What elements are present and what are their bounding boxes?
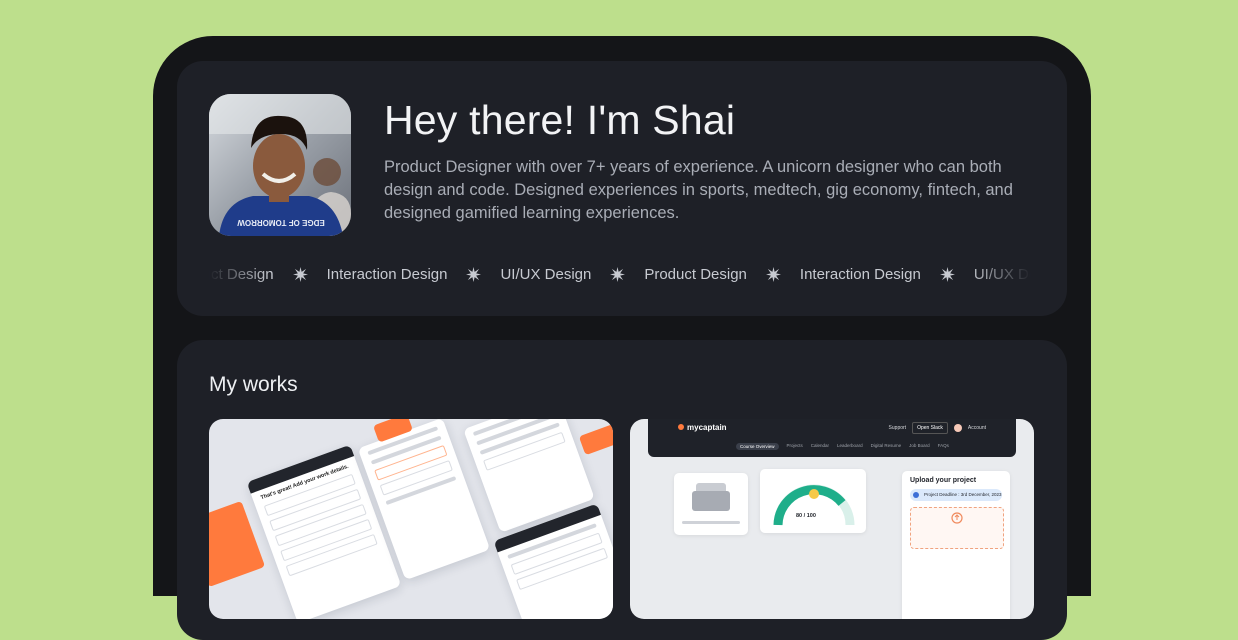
skill-label: Product Design (644, 265, 747, 283)
intro-card: EDGE OF TOMORROW Hey there! I'm Shai Pro… (177, 61, 1067, 316)
upload-icon (951, 512, 963, 524)
dashboard-tab: FAQs (937, 443, 949, 448)
dashboard-tab: Projects (786, 443, 803, 448)
device-frame: EDGE OF TOMORROW Hey there! I'm Shai Pro… (153, 36, 1091, 640)
skill-label: Interaction Design (799, 265, 921, 283)
dashboard-logo: mycaptain (678, 423, 727, 432)
dashboard-nav: mycaptain Support Open Slack Account Cou… (648, 419, 1016, 457)
skills-marquee: Product Design Interaction Design UI/UX … (209, 259, 1031, 289)
sparkle-icon (939, 266, 955, 282)
score-gauge (773, 484, 855, 526)
dashboard-tab: Leaderboard (837, 443, 863, 448)
upload-title: Upload your project (910, 477, 977, 484)
sparkle-icon (466, 266, 482, 282)
support-link: Support (888, 425, 907, 431)
dashboard-tab: Digital Resume (870, 443, 902, 448)
score-value: 80 / 100 (796, 513, 816, 519)
account-avatar (953, 424, 962, 432)
works-section: My works That's great! Add your work det… (177, 340, 1067, 640)
folder-icon (682, 483, 740, 524)
sparkle-icon (292, 266, 308, 282)
page-title: Hey there! I'm Shai (384, 97, 736, 143)
dashboard-nav-right: Support Open Slack Account (889, 422, 986, 434)
bio-text: Product Designer with over 7+ years of e… (384, 158, 1013, 222)
work-card-dashboard[interactable]: mycaptain Support Open Slack Account Cou… (630, 419, 1034, 619)
info-icon (913, 492, 919, 498)
brand-icon (678, 424, 684, 430)
works-title: My works (209, 373, 298, 396)
upload-panel: Upload your project Project Deadline : 3… (902, 471, 1010, 619)
dashboard-tab: Course Overview (736, 443, 779, 450)
skills-track: Product Design Interaction Design UI/UX … (209, 259, 1031, 289)
open-slack-button: Open Slack (912, 422, 948, 434)
folder-panel (674, 473, 748, 535)
score-panel: 80 / 100 (760, 469, 866, 533)
sparkle-icon (765, 266, 781, 282)
skill-label: Interaction Design (326, 265, 448, 283)
skill-label: Product Design (209, 265, 274, 283)
skill-label: UI/UX Design (973, 265, 1031, 283)
dashboard-tab: Calendar (810, 443, 830, 448)
dashboard-tab: Job Board (909, 443, 930, 448)
skill-label: UI/UX Design (500, 265, 592, 283)
sparkle-icon (610, 266, 626, 282)
upload-dropzone (910, 507, 1004, 549)
work-card-forms[interactable]: That's great! Add your work details. (209, 419, 613, 619)
account-label: Account (967, 425, 986, 431)
avatar-photo: EDGE OF TOMORROW (209, 94, 351, 236)
brand-name: mycaptain (687, 423, 727, 432)
avatar: EDGE OF TOMORROW (209, 94, 351, 236)
avatar-shirt-text: EDGE OF TOMORROW (237, 218, 325, 227)
dashboard-tabs: Course Overview Projects Calendar Leader… (736, 443, 949, 450)
deadline-text: Project Deadline : 3rd December, 2023 (924, 492, 1002, 497)
mockup-accent (209, 500, 266, 588)
mockup-accent (578, 422, 613, 456)
deadline-badge: Project Deadline : 3rd December, 2023 (910, 489, 1002, 501)
